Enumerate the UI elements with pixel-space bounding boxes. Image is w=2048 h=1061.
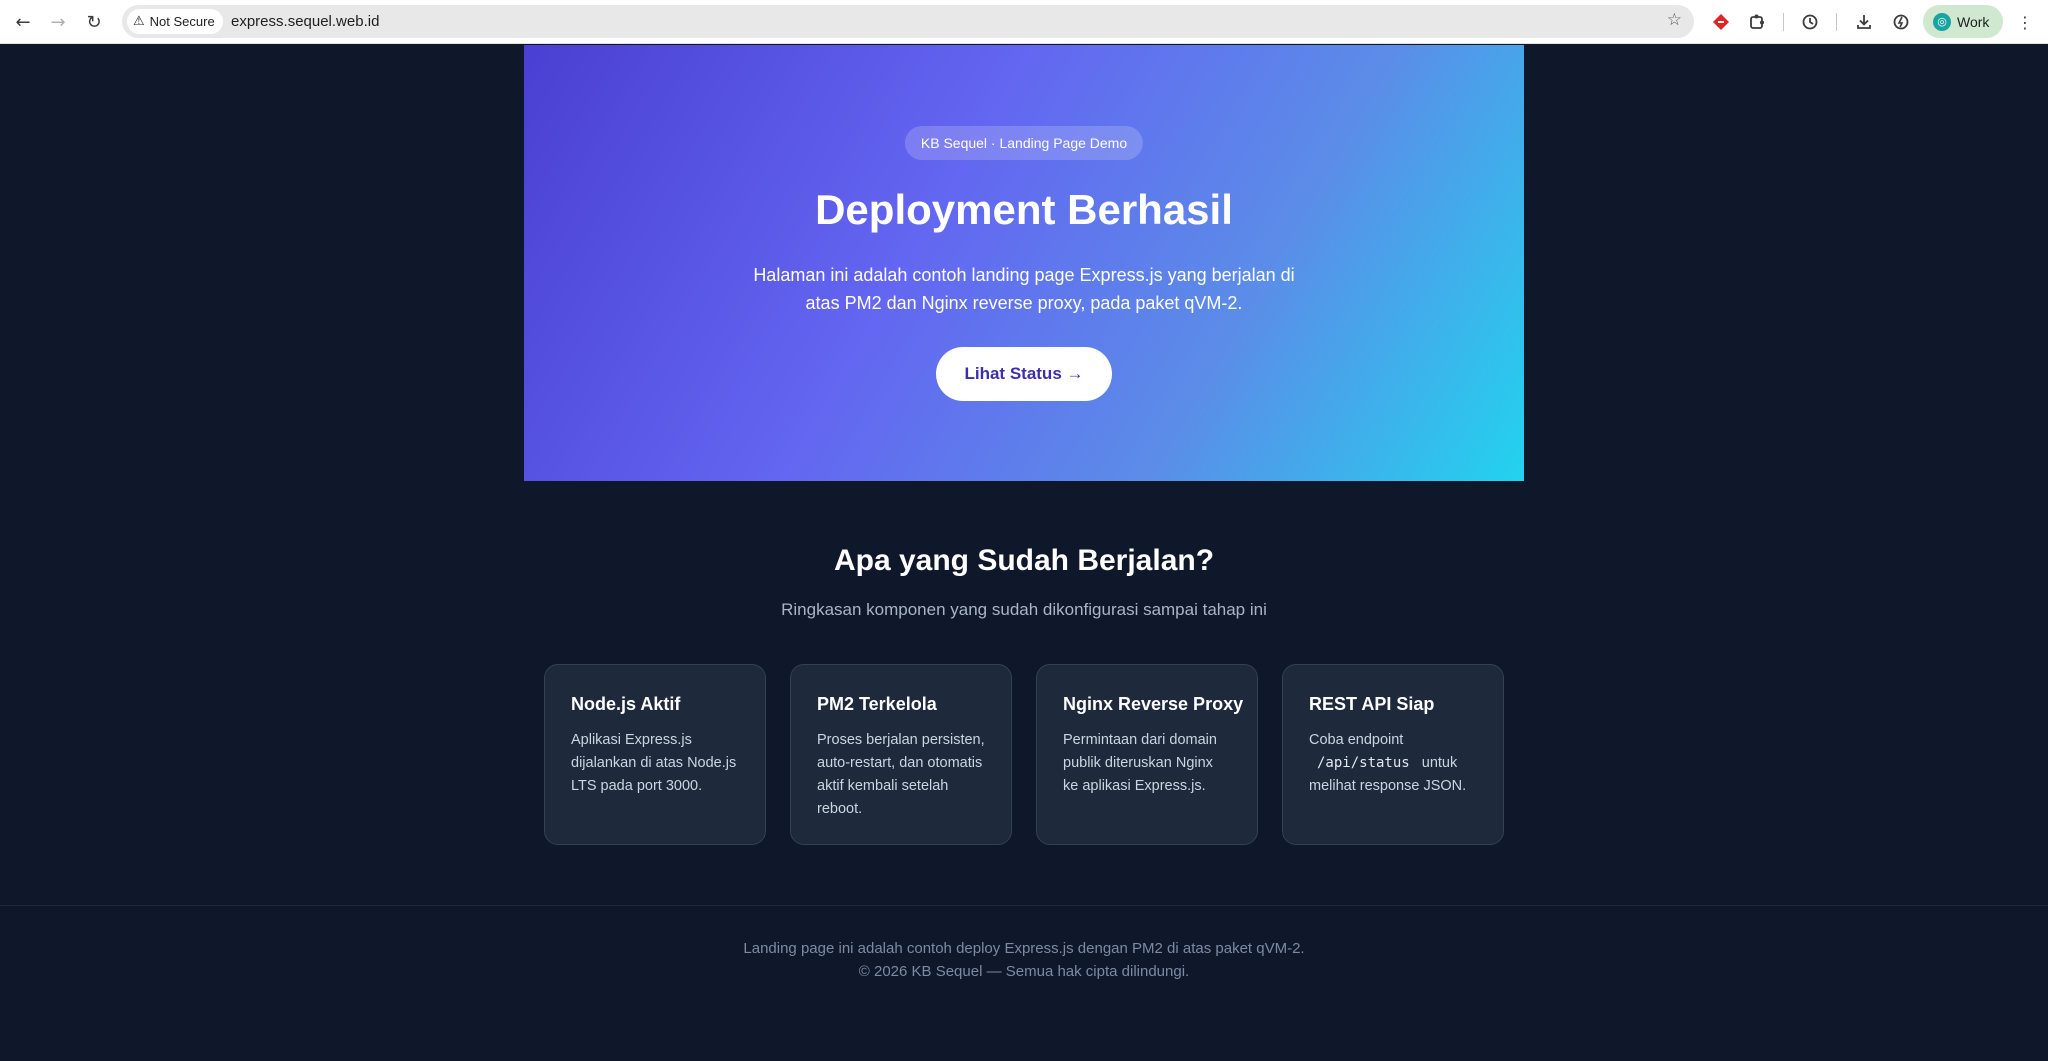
browser-toolbar: ← → ↻ ⚠ Not Secure express.sequel.web.id… xyxy=(0,0,2048,44)
download-icon[interactable] xyxy=(1851,9,1877,35)
history-icon[interactable] xyxy=(1797,9,1823,35)
footer-line-1: Landing page ini adalah contoh deploy Ex… xyxy=(743,940,1305,957)
section-title: Apa yang Sudah Berjalan? xyxy=(833,544,1215,577)
hero-title: Deployment Berhasil xyxy=(815,186,1233,233)
section-subtitle: Ringkasan komponen yang sudah dikonfigur… xyxy=(781,600,1267,619)
back-arrow-icon[interactable]: ← xyxy=(9,8,37,36)
address-bar[interactable]: ⚠ Not Secure express.sequel.web.id ☆ xyxy=(122,5,1694,38)
star-icon[interactable]: ☆ xyxy=(1667,10,1682,30)
profile-button[interactable]: ◎ Work xyxy=(1923,5,2003,38)
card-text: Coba endpoint /api/status untuk melihat … xyxy=(1309,729,1477,798)
puzzle-icon[interactable] xyxy=(1744,9,1770,35)
card-text: Aplikasi Express.js dijalankan di atas N… xyxy=(571,732,737,794)
card-text: Proses berjalan persisten, auto-restart,… xyxy=(817,732,985,817)
hero-banner: KB Sequel · Landing Page Demo Deployment… xyxy=(524,45,1524,481)
card-title: Node.js Aktif xyxy=(571,694,681,714)
hero-description: Halaman ini adalah contoh landing page E… xyxy=(753,265,1295,313)
card-title: PM2 Terkelola xyxy=(817,694,937,714)
card-title: Nginx Reverse Proxy xyxy=(1063,694,1244,714)
feature-card: Nginx Reverse Proxy Permintaan dari doma… xyxy=(1036,664,1258,845)
toolbar-divider xyxy=(1783,13,1784,31)
url-text[interactable]: express.sequel.web.id xyxy=(231,13,379,30)
toolbar-divider xyxy=(1836,13,1837,31)
security-label: Not Secure xyxy=(149,14,215,29)
feature-card: REST API Siap Coba endpoint /api/status … xyxy=(1282,664,1504,845)
api-endpoint-code: /api/status xyxy=(1317,755,1410,771)
warning-triangle-icon: ⚠ xyxy=(133,14,145,29)
profile-logo-icon: ◎ xyxy=(1933,12,1951,31)
hero-badge: KB Sequel · Landing Page Demo xyxy=(904,126,1144,160)
security-chip[interactable]: ⚠ Not Secure xyxy=(127,9,223,34)
card-text: Permintaan dari domain publik diteruskan… xyxy=(1063,732,1217,794)
kebab-menu-icon[interactable]: ⋮ xyxy=(2012,9,2038,35)
footer-copyright: © 2026 KB Sequel — Semua hak cipta dilin… xyxy=(858,963,1190,980)
feature-card: PM2 Terkelola Proses berjalan persisten,… xyxy=(790,664,1012,845)
feature-card: Node.js Aktif Aplikasi Express.js dijala… xyxy=(544,664,766,845)
forward-arrow-icon[interactable]: → xyxy=(44,8,72,36)
card-text-before: Coba endpoint xyxy=(1309,732,1404,748)
view-status-button[interactable]: Lihat Status → xyxy=(936,347,1112,401)
card-title: REST API Siap xyxy=(1309,694,1435,714)
footer-divider xyxy=(0,905,2048,906)
red-diamond-extension-icon[interactable] xyxy=(1708,9,1734,35)
reload-icon[interactable]: ↻ xyxy=(80,8,108,36)
performance-icon[interactable] xyxy=(1888,9,1914,35)
profile-label: Work xyxy=(1957,13,1990,30)
